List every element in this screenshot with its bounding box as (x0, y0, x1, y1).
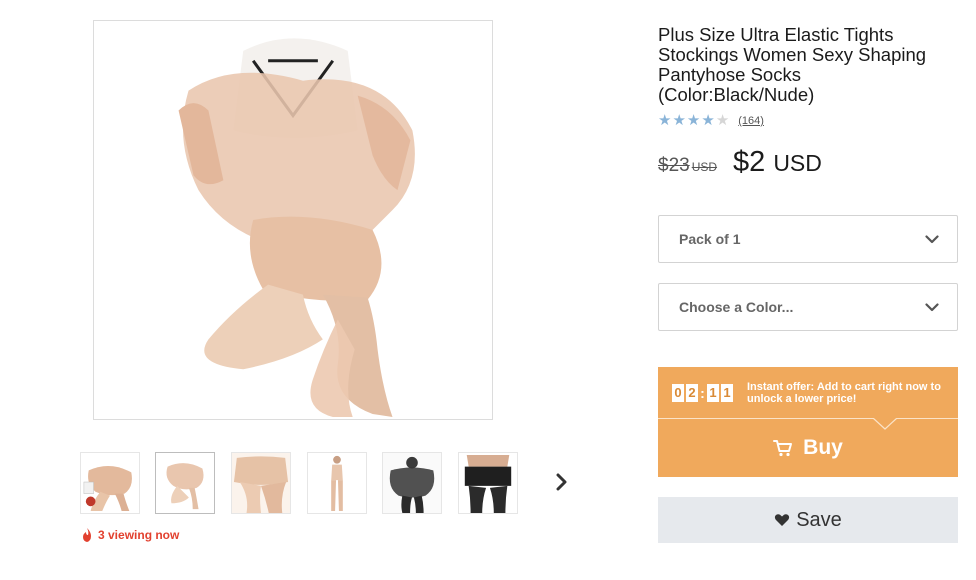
thumbnail-3[interactable] (231, 452, 291, 514)
timer-digit: 1 (707, 383, 719, 402)
star-icon: ★ (672, 112, 686, 129)
thumbnail-5[interactable] (382, 452, 442, 514)
thumbnail-strip (80, 452, 580, 514)
countdown-timer: 0 2 : 1 1 (672, 383, 733, 402)
offer-pointer-notch (872, 418, 898, 430)
original-price-currency: USD (691, 160, 718, 174)
timer-digit: 2 (686, 383, 698, 402)
thumbnail-next-arrow[interactable] (550, 470, 574, 494)
main-product-image[interactable] (93, 20, 493, 420)
timer-digit: 1 (721, 383, 733, 402)
thumbnail-6[interactable] (458, 452, 518, 514)
thumbnail-3-image (232, 453, 290, 513)
chevron-right-icon (556, 473, 567, 491)
thumbnail-6-image (459, 453, 517, 513)
sale-price-currency: USD (773, 150, 822, 176)
heart-icon (775, 514, 790, 526)
star-icon: ★ (658, 112, 672, 129)
viewing-now-text: 3 viewing now (98, 528, 180, 542)
thumbnail-2[interactable] (155, 452, 215, 514)
thumbnail-2-image (156, 453, 214, 513)
product-title: Plus Size Ultra Elastic Tights Stockings… (658, 24, 927, 105)
pack-size-value: Pack of 1 (679, 231, 741, 247)
buy-button-label: Buy (803, 435, 843, 459)
fire-icon (83, 528, 91, 542)
thumbnail-1[interactable] (80, 452, 140, 514)
star-empty-icon: ★ (715, 112, 730, 129)
thumbnail-5-image (383, 453, 441, 513)
price-row: $23 USD $2 USD (658, 146, 822, 179)
original-price: $23 (658, 155, 690, 176)
timer-separator: : (700, 384, 705, 401)
thumbnail-4[interactable] (307, 452, 367, 514)
cart-icon (773, 439, 793, 456)
star-icon: ★ (686, 112, 701, 129)
chevron-down-icon (925, 234, 939, 243)
chevron-down-icon (925, 302, 939, 311)
rating-stars: ★ ★ ★ ★ ★ (658, 113, 729, 129)
thumbnail-4-image (308, 453, 366, 513)
review-count-link[interactable]: (164) (738, 115, 764, 127)
color-select[interactable]: Choose a Color... (658, 283, 958, 331)
instant-offer-text: Instant offer: Add to cart right now to … (747, 380, 941, 405)
save-button-label: Save (796, 508, 842, 531)
product-photo (94, 21, 492, 419)
sale-price: $2 (733, 146, 766, 178)
star-icon: ★ (701, 112, 715, 129)
pack-size-select[interactable]: Pack of 1 (658, 215, 958, 263)
thumbnail-1-image (81, 453, 139, 513)
viewing-now-indicator: 3 viewing now (80, 526, 179, 544)
save-button[interactable]: Save (658, 497, 958, 543)
color-select-placeholder: Choose a Color... (679, 299, 794, 315)
timer-digit: 0 (672, 383, 684, 402)
instant-offer-banner: 0 2 : 1 1 Instant offer: Add to cart rig… (658, 367, 958, 418)
buy-button[interactable]: Buy (658, 418, 958, 477)
product-rating[interactable]: ★ ★ ★ ★ ★ (164) (658, 113, 764, 129)
